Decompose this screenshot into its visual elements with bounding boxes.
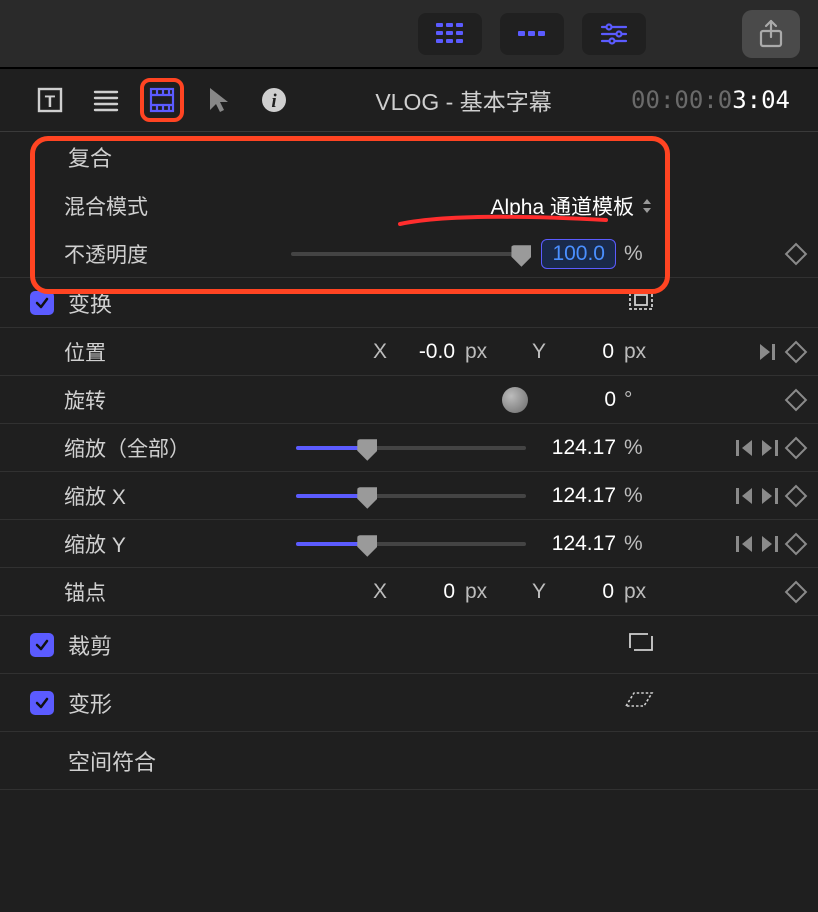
svg-text:i: i [271,91,277,112]
rotation-row: 旋转 0 ° [0,376,818,424]
position-label: 位置 [30,337,230,367]
composite-checkbox-spacer [30,145,54,169]
timecode-prefix: 00:00:0 [631,86,732,114]
cursor-tab[interactable] [196,78,240,122]
scale-all-next-keyframe[interactable] [762,440,778,456]
view-grid-button[interactable] [418,13,482,55]
scale-y-row: 缩放 Y 124.17 % [0,520,818,568]
opacity-row: 不透明度 100.0 % [0,230,818,278]
svg-text:T: T [45,92,56,111]
opacity-value-input[interactable]: 100.0 [541,239,616,269]
blend-mode-label: 混合模式 [30,191,230,221]
position-x-unit: px [465,340,495,364]
opacity-label: 不透明度 [30,239,230,269]
blend-mode-row: 混合模式 Alpha 通道模板 [0,182,818,230]
rotation-keyframe-button[interactable] [785,388,808,411]
annotation-underline [398,214,608,234]
scale-all-unit: % [624,436,654,460]
scale-x-slider-thumb[interactable] [357,487,377,509]
composite-label: 复合 [68,141,268,173]
anchor-axis-y-label: Y [529,580,549,604]
scale-x-label: 缩放 X [30,481,230,511]
view-strip-button[interactable] [500,13,564,55]
crop-checkbox[interactable] [30,633,54,657]
composite-section-header: 复合 [0,132,818,182]
rotation-unit: ° [624,388,654,412]
anchor-label: 锚点 [30,577,230,607]
video-tab[interactable] [140,78,184,122]
position-y-unit: px [624,340,654,364]
scale-all-label: 缩放（全部） [30,433,230,463]
position-row: 位置 X -0.0 px Y 0 px [0,328,818,376]
anchor-y-value[interactable]: 0 [559,580,614,604]
distort-checkbox[interactable] [30,691,54,715]
scale-y-keyframe-button[interactable] [785,532,808,555]
anchor-x-unit: px [465,580,495,604]
top-toolbar [0,0,818,68]
scale-y-prev-keyframe[interactable] [736,536,752,552]
spatial-section-header[interactable]: 空间符合 [0,732,818,790]
scale-y-label: 缩放 Y [30,529,230,559]
scale-y-unit: % [624,532,654,556]
anchor-row: 锚点 X 0 px Y 0 px [0,568,818,616]
clip-title: VLOG - 基本字幕 [296,83,631,117]
scale-x-keyframe-button[interactable] [785,484,808,507]
view-sliders-button[interactable] [582,13,646,55]
rotation-value[interactable]: 0 [546,388,616,412]
scale-all-prev-keyframe[interactable] [736,440,752,456]
timecode: 00:00:03:04 [631,86,790,114]
distort-section-header[interactable]: 变形 [0,674,818,732]
scale-x-prev-keyframe[interactable] [736,488,752,504]
position-y-value[interactable]: 0 [559,340,614,364]
anchor-keyframe-button[interactable] [785,580,808,603]
opacity-unit: % [624,242,654,266]
opacity-slider-thumb[interactable] [511,245,531,267]
scale-x-row: 缩放 X 124.17 % [0,472,818,520]
scale-x-unit: % [624,484,654,508]
opacity-slider[interactable] [291,252,521,256]
scale-all-row: 缩放（全部） 124.17 % [0,424,818,472]
scale-all-slider[interactable] [296,446,526,450]
share-button[interactable] [742,10,800,58]
dropdown-caret-icon [640,197,654,215]
scale-y-value[interactable]: 124.17 [546,532,616,556]
transform-section-header[interactable]: 变换 [0,278,818,328]
crop-label: 裁剪 [68,629,268,661]
position-x-value[interactable]: -0.0 [400,340,455,364]
position-keyframe-button[interactable] [785,340,808,363]
scale-y-slider-thumb[interactable] [357,535,377,557]
position-next-keyframe[interactable] [760,344,778,360]
anchor-y-unit: px [624,580,654,604]
scale-all-value[interactable]: 124.17 [546,436,616,460]
scale-all-slider-thumb[interactable] [357,439,377,461]
axis-x-label: X [370,340,390,364]
crop-onscreen-icon[interactable] [628,630,654,660]
spatial-label: 空间符合 [68,745,268,777]
anchor-axis-x-label: X [370,580,390,604]
timecode-suffix: 3:04 [732,86,790,114]
info-tab[interactable]: i [252,78,296,122]
transform-onscreen-icon[interactable] [628,289,654,317]
distort-onscreen-icon[interactable] [624,690,654,716]
axis-y-label: Y [529,340,549,364]
opacity-keyframe-button[interactable] [785,242,808,265]
rotation-knob[interactable] [502,387,528,413]
scale-all-keyframe-button[interactable] [785,436,808,459]
text-tab[interactable]: T [28,78,72,122]
rotation-label: 旋转 [30,385,230,415]
scale-x-value[interactable]: 124.17 [546,484,616,508]
transform-label: 变换 [68,287,268,319]
spatial-checkbox-spacer [30,749,54,773]
inspector-header: T i VLOG - 基本字幕 00:00:03:04 [0,68,818,132]
transform-checkbox[interactable] [30,291,54,315]
scale-y-next-keyframe[interactable] [762,536,778,552]
scale-x-slider[interactable] [296,494,526,498]
anchor-x-value[interactable]: 0 [400,580,455,604]
scale-y-slider[interactable] [296,542,526,546]
paragraph-tab[interactable] [84,78,128,122]
distort-label: 变形 [68,687,268,719]
crop-section-header[interactable]: 裁剪 [0,616,818,674]
scale-x-next-keyframe[interactable] [762,488,778,504]
